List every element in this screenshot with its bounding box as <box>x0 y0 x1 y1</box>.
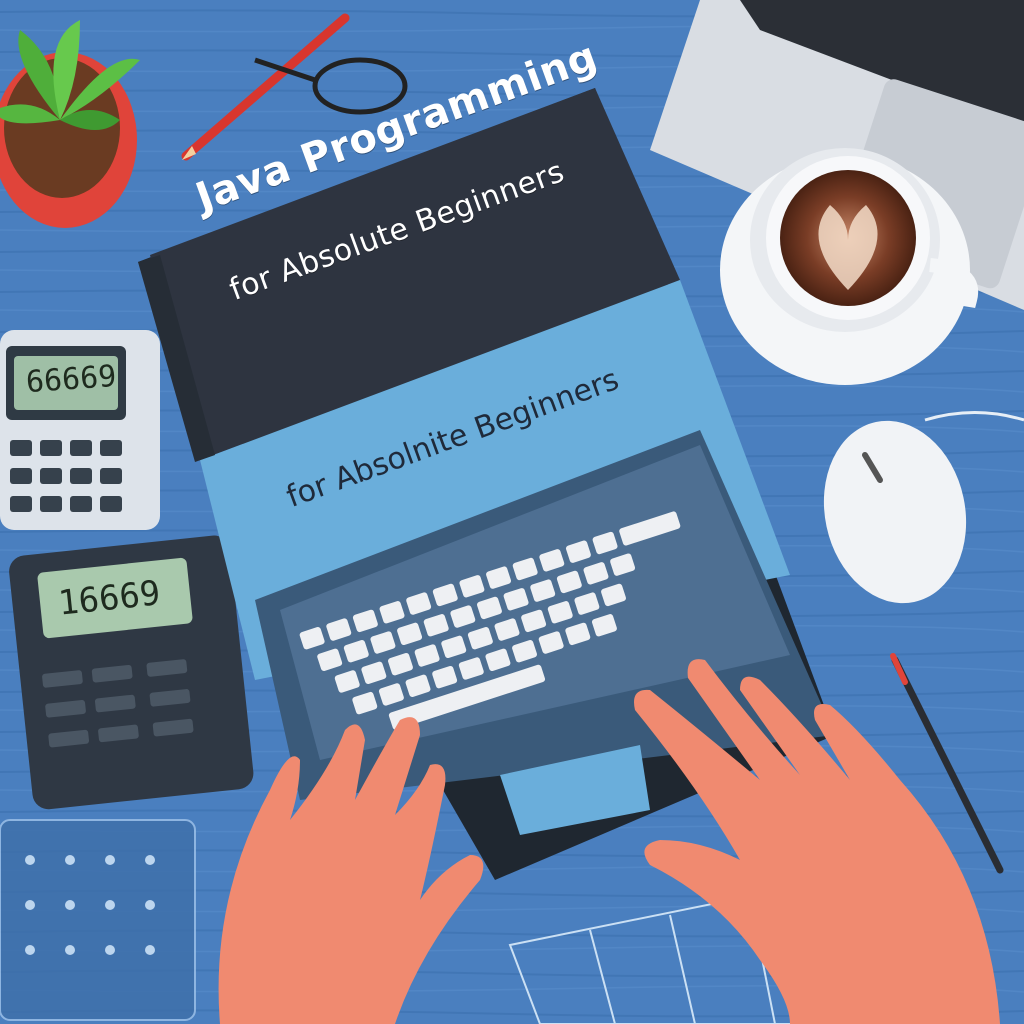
sketch-keypad-left <box>0 819 196 1021</box>
desk-scene: 66669 16669 Java Programming for Absolut… <box>0 0 1024 1024</box>
calculator-top-display: 66669 <box>24 358 118 401</box>
calculator-top <box>0 330 160 530</box>
desk-illustration <box>0 0 1024 1024</box>
